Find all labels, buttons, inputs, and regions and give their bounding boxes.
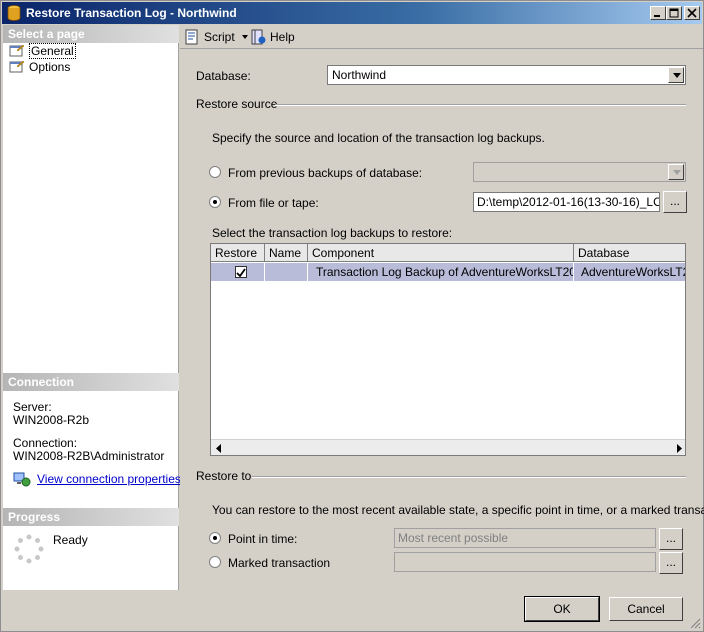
database-dropdown-button[interactable] [668, 67, 684, 83]
progress-status: Ready [53, 533, 88, 547]
help-button[interactable]: Help [250, 28, 295, 46]
point-in-time-radio[interactable] [209, 532, 221, 544]
database-select[interactable]: Northwind [327, 65, 686, 85]
minimize-icon [654, 15, 660, 17]
page-settings-icon [9, 60, 25, 73]
column-header-component[interactable]: Component [308, 244, 574, 262]
progress-header: Progress [3, 508, 179, 526]
view-connection-properties[interactable]: View connection properties [13, 471, 181, 487]
point-in-time-label: Point in time: [228, 532, 298, 546]
restore-to-header: Restore to [196, 469, 252, 483]
title-bar[interactable]: Restore Transaction Log - Northwind [2, 2, 702, 24]
restore-to-description: You can restore to the most recent avail… [212, 503, 704, 517]
previous-backups-dropdown-button[interactable] [668, 164, 684, 180]
server-value: WIN2008-R2b [13, 413, 90, 427]
restore-checkbox[interactable] [235, 266, 247, 278]
connection-header: Connection [3, 373, 179, 391]
point-in-time-input[interactable]: Most recent possible [394, 528, 656, 548]
file-path-input[interactable]: D:\temp\2012-01-16(13-30-16)_LOG_Adventu… [473, 192, 660, 212]
page-item-general[interactable]: General [9, 43, 76, 59]
window-title: Restore Transaction Log - Northwind [26, 6, 237, 20]
from-file-label: From file or tape: [228, 196, 319, 210]
chevron-down-icon [673, 73, 681, 78]
resize-grip-icon[interactable] [689, 617, 701, 629]
column-header-name[interactable]: Name [265, 244, 308, 262]
select-page-header: Select a page [3, 25, 179, 43]
from-file-radio[interactable] [209, 196, 221, 208]
component-cell: Transaction Log Backup of AdventureWorks… [308, 263, 574, 281]
scroll-right-icon[interactable] [671, 441, 686, 456]
page-settings-icon [9, 44, 25, 57]
database-icon [7, 5, 21, 21]
minimize-button[interactable] [650, 6, 666, 20]
marked-transaction-browse-button[interactable]: ... [659, 552, 683, 574]
grid-header: Restore Name Component Database [211, 244, 685, 262]
restore-source-divider [275, 104, 686, 106]
column-header-restore[interactable]: Restore [211, 244, 265, 262]
server-label: Server: [13, 400, 52, 414]
page-item-label: Options [29, 60, 71, 74]
maximize-icon [669, 8, 679, 18]
database-value: Northwind [332, 68, 387, 82]
marked-transaction-label: Marked transaction [228, 556, 331, 570]
backup-sets-grid: Restore Name Component Database Transact… [210, 243, 686, 456]
marked-transaction-input[interactable] [394, 552, 656, 572]
connection-value: WIN2008-R2B\Administrator [13, 449, 165, 463]
script-icon [185, 29, 198, 45]
left-panel: Select a page General Options Connection… [3, 25, 181, 590]
help-label: Help [270, 30, 295, 44]
view-connection-link[interactable]: View connection properties [37, 472, 181, 486]
select-backups-label: Select the transaction log backups to re… [212, 226, 453, 240]
name-cell [265, 263, 308, 281]
from-previous-radio[interactable] [209, 166, 221, 178]
previous-backups-select[interactable] [473, 162, 686, 182]
source-description: Specify the source and location of the t… [212, 131, 545, 145]
close-button[interactable] [684, 6, 700, 20]
general-page: Database: Northwind Restore source Speci… [180, 50, 704, 590]
script-button[interactable]: Script [184, 28, 255, 46]
page-item-options[interactable]: Options [9, 59, 70, 75]
marked-transaction-radio[interactable] [209, 556, 221, 568]
connection-properties-icon [13, 472, 31, 487]
cancel-button[interactable]: Cancel [609, 597, 683, 621]
restore-to-divider [252, 476, 686, 478]
progress-spinner-icon [14, 534, 44, 564]
page-item-label: General [29, 43, 76, 59]
point-in-time-browse-button[interactable]: ... [659, 528, 683, 550]
database-cell: AdventureWorksLT2008 [581, 265, 685, 279]
from-previous-label: From previous backups of database: [228, 166, 423, 180]
horizontal-scrollbar[interactable] [211, 439, 686, 456]
browse-file-button[interactable]: ... [663, 191, 687, 213]
script-label: Script [204, 30, 235, 44]
restore-source-header: Restore source [196, 97, 278, 111]
table-row[interactable]: Transaction Log Backup of AdventureWorks… [211, 263, 685, 281]
scroll-left-icon[interactable] [211, 441, 227, 456]
maximize-button[interactable] [666, 6, 682, 20]
column-header-database[interactable]: Database [574, 244, 685, 262]
help-icon [251, 29, 266, 45]
toolbar: Script Help [180, 25, 703, 49]
restore-cell [211, 263, 265, 281]
checkmark-icon [236, 268, 246, 278]
close-icon [687, 8, 697, 18]
chevron-down-icon [673, 170, 681, 175]
connection-label: Connection: [13, 436, 78, 450]
restore-transaction-log-dialog: Restore Transaction Log - Northwind Sele… [0, 0, 704, 632]
ok-button[interactable]: OK [524, 596, 600, 622]
database-label: Database: [196, 69, 251, 83]
